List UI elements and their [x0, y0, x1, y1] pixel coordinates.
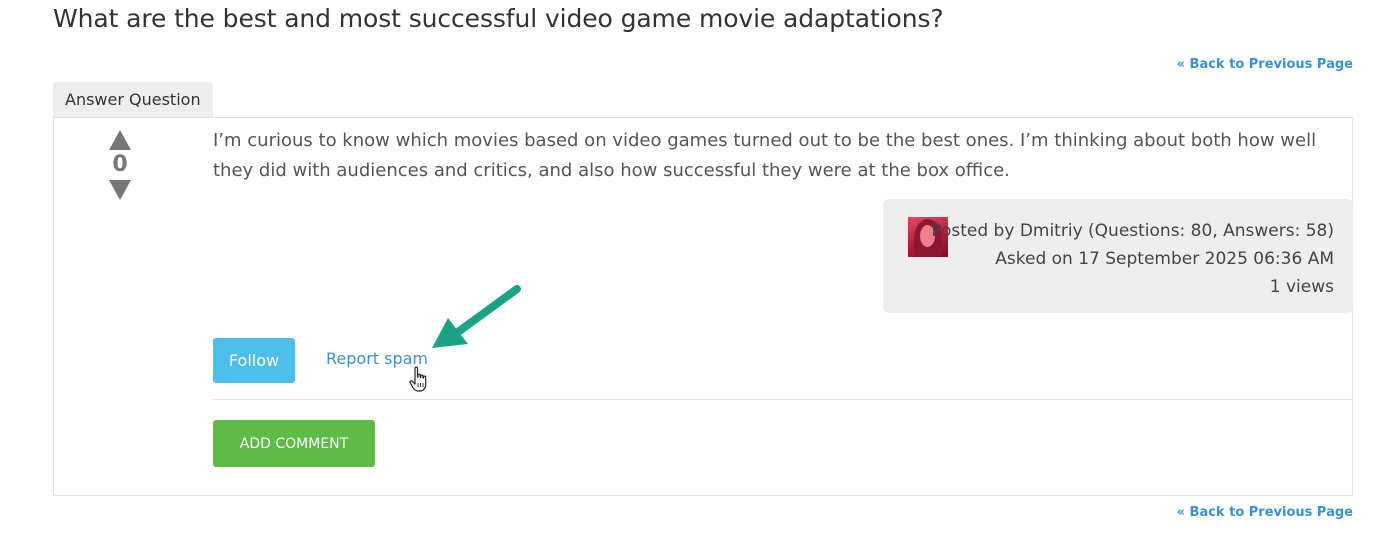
divider	[213, 399, 1352, 400]
back-to-previous-page-link-bottom[interactable]: « Back to Previous Page	[1177, 505, 1353, 520]
posted-by-prefix: Posted by	[931, 221, 1020, 241]
posted-by-line: Posted by Dmitriy (Questions: 80, Answer…	[931, 217, 1334, 245]
vote-up-icon[interactable]	[109, 130, 131, 150]
author-link[interactable]: Dmitriy	[1020, 221, 1083, 241]
back-to-previous-page-link-top[interactable]: « Back to Previous Page	[1177, 57, 1353, 72]
author-details: Posted by Dmitriy (Questions: 80, Answer…	[931, 217, 1334, 301]
hand-cursor-icon	[409, 366, 427, 392]
vote-widget: 0	[108, 130, 132, 200]
question-panel: 0 I’m curious to know which movies based…	[53, 117, 1353, 496]
asked-on-date: Asked on 17 September 2025 06:36 AM	[995, 249, 1334, 269]
follow-button[interactable]: Follow	[213, 338, 295, 383]
page-title: What are the best and most successful vi…	[53, 4, 944, 33]
add-comment-button[interactable]: ADD COMMENT	[213, 420, 375, 467]
vote-down-icon[interactable]	[109, 180, 131, 200]
question-body: I’m curious to know which movies based o…	[213, 130, 1317, 181]
annotation-arrow-icon	[432, 285, 521, 348]
author-info-box: Posted by Dmitriy (Questions: 80, Answer…	[883, 199, 1353, 313]
vote-count: 0	[112, 152, 128, 177]
tab-answer-question[interactable]: Answer Question	[53, 82, 213, 117]
author-stats: (Questions: 80, Answers: 58)	[1082, 221, 1334, 241]
view-count: 1 views	[1269, 277, 1334, 297]
